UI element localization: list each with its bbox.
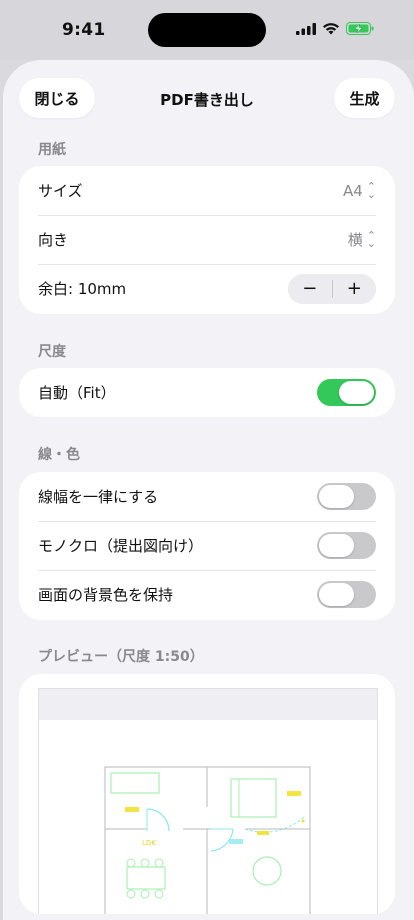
orientation-row[interactable]: 向き 横 ⌃ ⌄: [19, 215, 395, 264]
paper-size-value: A4: [342, 181, 363, 200]
section-header-scale: 尺度: [38, 344, 66, 360]
monochrome-label: モノクロ（提出図向け）: [38, 537, 204, 555]
status-icons: [296, 22, 374, 35]
line-color-settings-card: 線幅を一律にする モノクロ（提出図向け） 画面の背景色を保持: [19, 472, 395, 620]
margin-label: 余白: 10mm: [38, 280, 127, 298]
auto-fit-toggle[interactable]: [317, 379, 376, 406]
section-header-paper: 用紙: [38, 142, 66, 158]
status-bar: 9:41: [0, 0, 414, 60]
keep-background-row: 画面の背景色を保持: [19, 570, 395, 619]
uniform-width-toggle[interactable]: [317, 483, 376, 510]
preview-card: LDK: [19, 674, 395, 914]
orientation-picker[interactable]: 横 ⌃ ⌄: [348, 229, 376, 250]
uniform-width-row: 線幅を一律にする: [19, 472, 395, 521]
scale-settings-card: 自動（Fit）: [19, 368, 395, 417]
keep-background-toggle[interactable]: [317, 581, 376, 608]
paper-size-row[interactable]: サイズ A4 ⌃ ⌄: [19, 166, 395, 215]
margin-increment-button[interactable]: +: [333, 274, 377, 304]
status-time: 9:41: [62, 20, 106, 40]
toggle-knob: [319, 534, 354, 557]
section-header-preview: プレビュー（尺度 1:50）: [38, 649, 204, 665]
auto-fit-label: 自動（Fit）: [38, 384, 116, 402]
chevron-up-down-icon: ⌃ ⌄: [366, 179, 376, 201]
floor-plan-preview: LDK: [104, 766, 311, 914]
monochrome-toggle[interactable]: [317, 532, 376, 559]
monochrome-row: モノクロ（提出図向け）: [19, 521, 395, 570]
room-label-ldk: LDK: [142, 839, 156, 847]
keep-background-label: 画面の背景色を保持: [38, 586, 174, 604]
pdf-preview-page: LDK: [38, 688, 378, 914]
battery-charging-icon: [346, 22, 374, 35]
wifi-icon: [323, 23, 339, 35]
paper-size-label: サイズ: [38, 182, 83, 200]
dynamic-island: [148, 13, 266, 47]
margin-decrement-button[interactable]: −: [288, 274, 332, 304]
toggle-knob: [319, 485, 354, 508]
toggle-knob: [319, 583, 354, 606]
auto-fit-row: 自動（Fit）: [19, 368, 395, 417]
margin-stepper: − +: [288, 273, 377, 304]
section-header-lines: 線・色: [38, 447, 80, 463]
orientation-value: 横: [347, 231, 363, 249]
paper-settings-card: サイズ A4 ⌃ ⌄ 向き 横 ⌃ ⌄ 余白: 10mm − +: [19, 166, 395, 314]
toggle-knob: [339, 381, 374, 404]
chevron-up-down-icon: ⌃ ⌄: [366, 228, 376, 250]
margin-row: 余白: 10mm − +: [19, 264, 395, 313]
orientation-label: 向き: [38, 231, 69, 249]
paper-size-picker[interactable]: A4 ⌃ ⌄: [342, 179, 376, 201]
uniform-width-label: 線幅を一律にする: [38, 488, 159, 506]
generate-button[interactable]: 生成: [334, 78, 395, 118]
cellular-signal-icon: [296, 22, 316, 35]
